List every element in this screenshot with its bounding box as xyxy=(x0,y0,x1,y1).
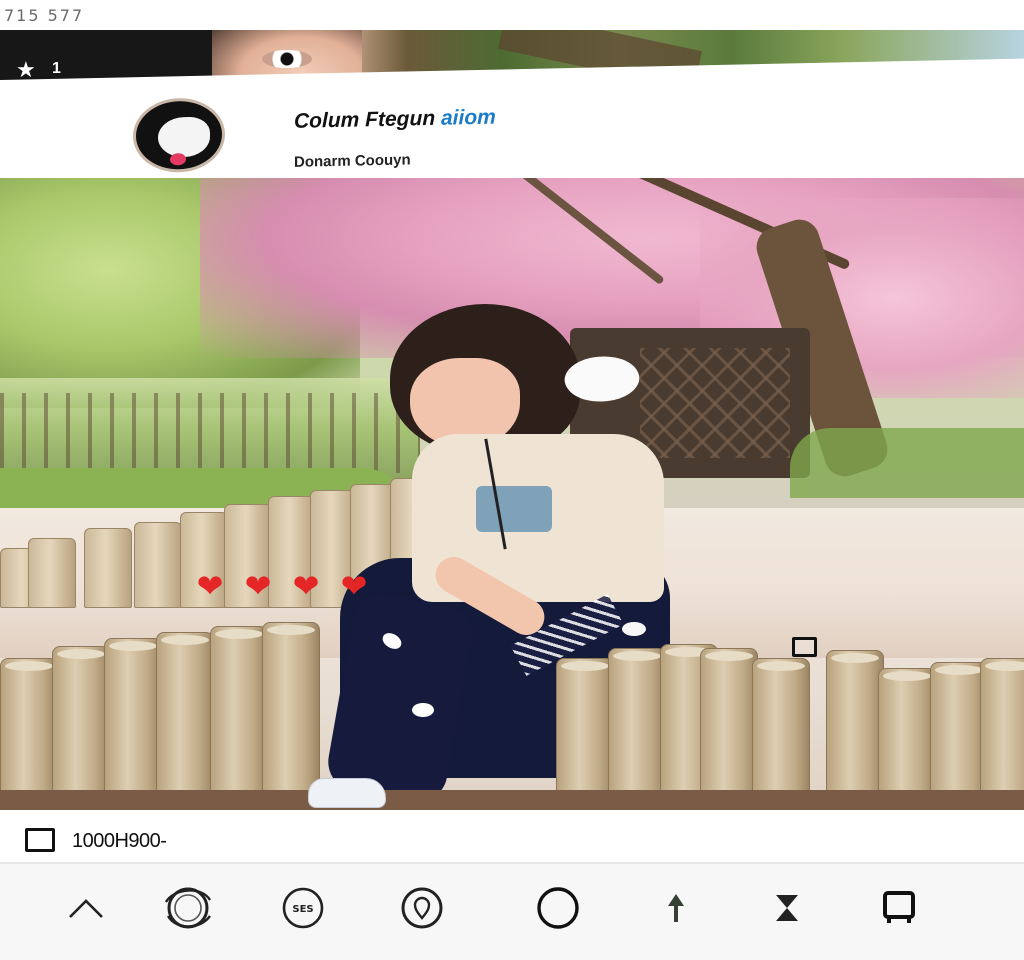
bottom-toolbar: SES xyxy=(0,864,1024,960)
header-count: 1 xyxy=(52,60,61,77)
log xyxy=(28,538,76,608)
grass-right xyxy=(790,428,1024,498)
profile-card: Colum Ftegun aiiom Donarm Coouyn xyxy=(0,58,1024,192)
log xyxy=(156,632,214,808)
status-bar: 715 577 xyxy=(0,0,1024,30)
heart-icon[interactable]: ❤ xyxy=(336,570,372,602)
sparkle xyxy=(622,622,646,636)
frame-button[interactable] xyxy=(871,884,927,932)
shirt-graphic xyxy=(476,486,552,532)
upload-button[interactable] xyxy=(648,884,704,932)
log xyxy=(556,658,614,808)
avatar-face xyxy=(158,116,210,166)
back-fence xyxy=(0,393,420,473)
shed-lattice xyxy=(640,348,790,458)
record-button[interactable] xyxy=(530,884,586,932)
location-button[interactable] xyxy=(394,884,450,932)
chevron-up-button[interactable] xyxy=(58,884,114,932)
avatar[interactable] xyxy=(133,97,225,174)
profile-name-accent: aiiom xyxy=(441,105,496,130)
log xyxy=(52,646,110,808)
sticker-icon: SES xyxy=(282,887,324,929)
profile-name[interactable]: Colum Ftegun aiiom xyxy=(294,106,496,134)
profile-subtitle: Donarm Coouyn xyxy=(294,151,411,171)
log xyxy=(700,648,758,808)
hearts-row: ❤ ❤ ❤ ❤ xyxy=(192,570,372,602)
log xyxy=(262,622,320,808)
circle-swirl-icon xyxy=(164,887,212,929)
sparkle xyxy=(412,703,434,717)
sticker-label: SES xyxy=(292,904,313,915)
timer-button[interactable] xyxy=(759,884,815,932)
front-log-edging xyxy=(0,618,1024,808)
log xyxy=(84,528,132,608)
log xyxy=(210,626,268,808)
main-photo[interactable]: ❤ ❤ ❤ ❤ xyxy=(0,178,1024,810)
hourglass-icon xyxy=(776,895,798,921)
log xyxy=(608,648,666,808)
circle-icon xyxy=(537,887,579,929)
person-shoe xyxy=(308,778,386,808)
log xyxy=(134,522,182,608)
log xyxy=(980,658,1024,808)
heart-icon[interactable]: ❤ xyxy=(192,570,228,602)
ground xyxy=(0,790,1024,810)
log xyxy=(0,658,58,808)
square-marker-icon[interactable] xyxy=(792,637,817,657)
arrow-up-icon xyxy=(668,894,684,922)
status-time: 715 577 xyxy=(4,6,85,25)
log xyxy=(878,668,936,808)
info-bar: 1000H900- xyxy=(0,810,1024,864)
log xyxy=(104,638,162,808)
header-eye xyxy=(262,50,312,68)
heart-icon[interactable]: ❤ xyxy=(288,570,324,602)
heart-icon[interactable]: ❤ xyxy=(240,570,276,602)
avatar-mouth xyxy=(170,153,186,166)
image-dimensions-label: 1000H900- xyxy=(72,830,167,852)
frame-icon xyxy=(883,891,915,923)
chevron-up-icon xyxy=(69,899,103,918)
sticker-button[interactable]: SES xyxy=(275,884,331,932)
image-size-icon[interactable] xyxy=(25,828,55,852)
circle-swirl-button[interactable] xyxy=(160,884,216,932)
location-pin-icon xyxy=(401,887,443,929)
log xyxy=(752,658,810,808)
log xyxy=(826,650,884,808)
profile-name-main: Colum Ftegun xyxy=(294,106,436,133)
